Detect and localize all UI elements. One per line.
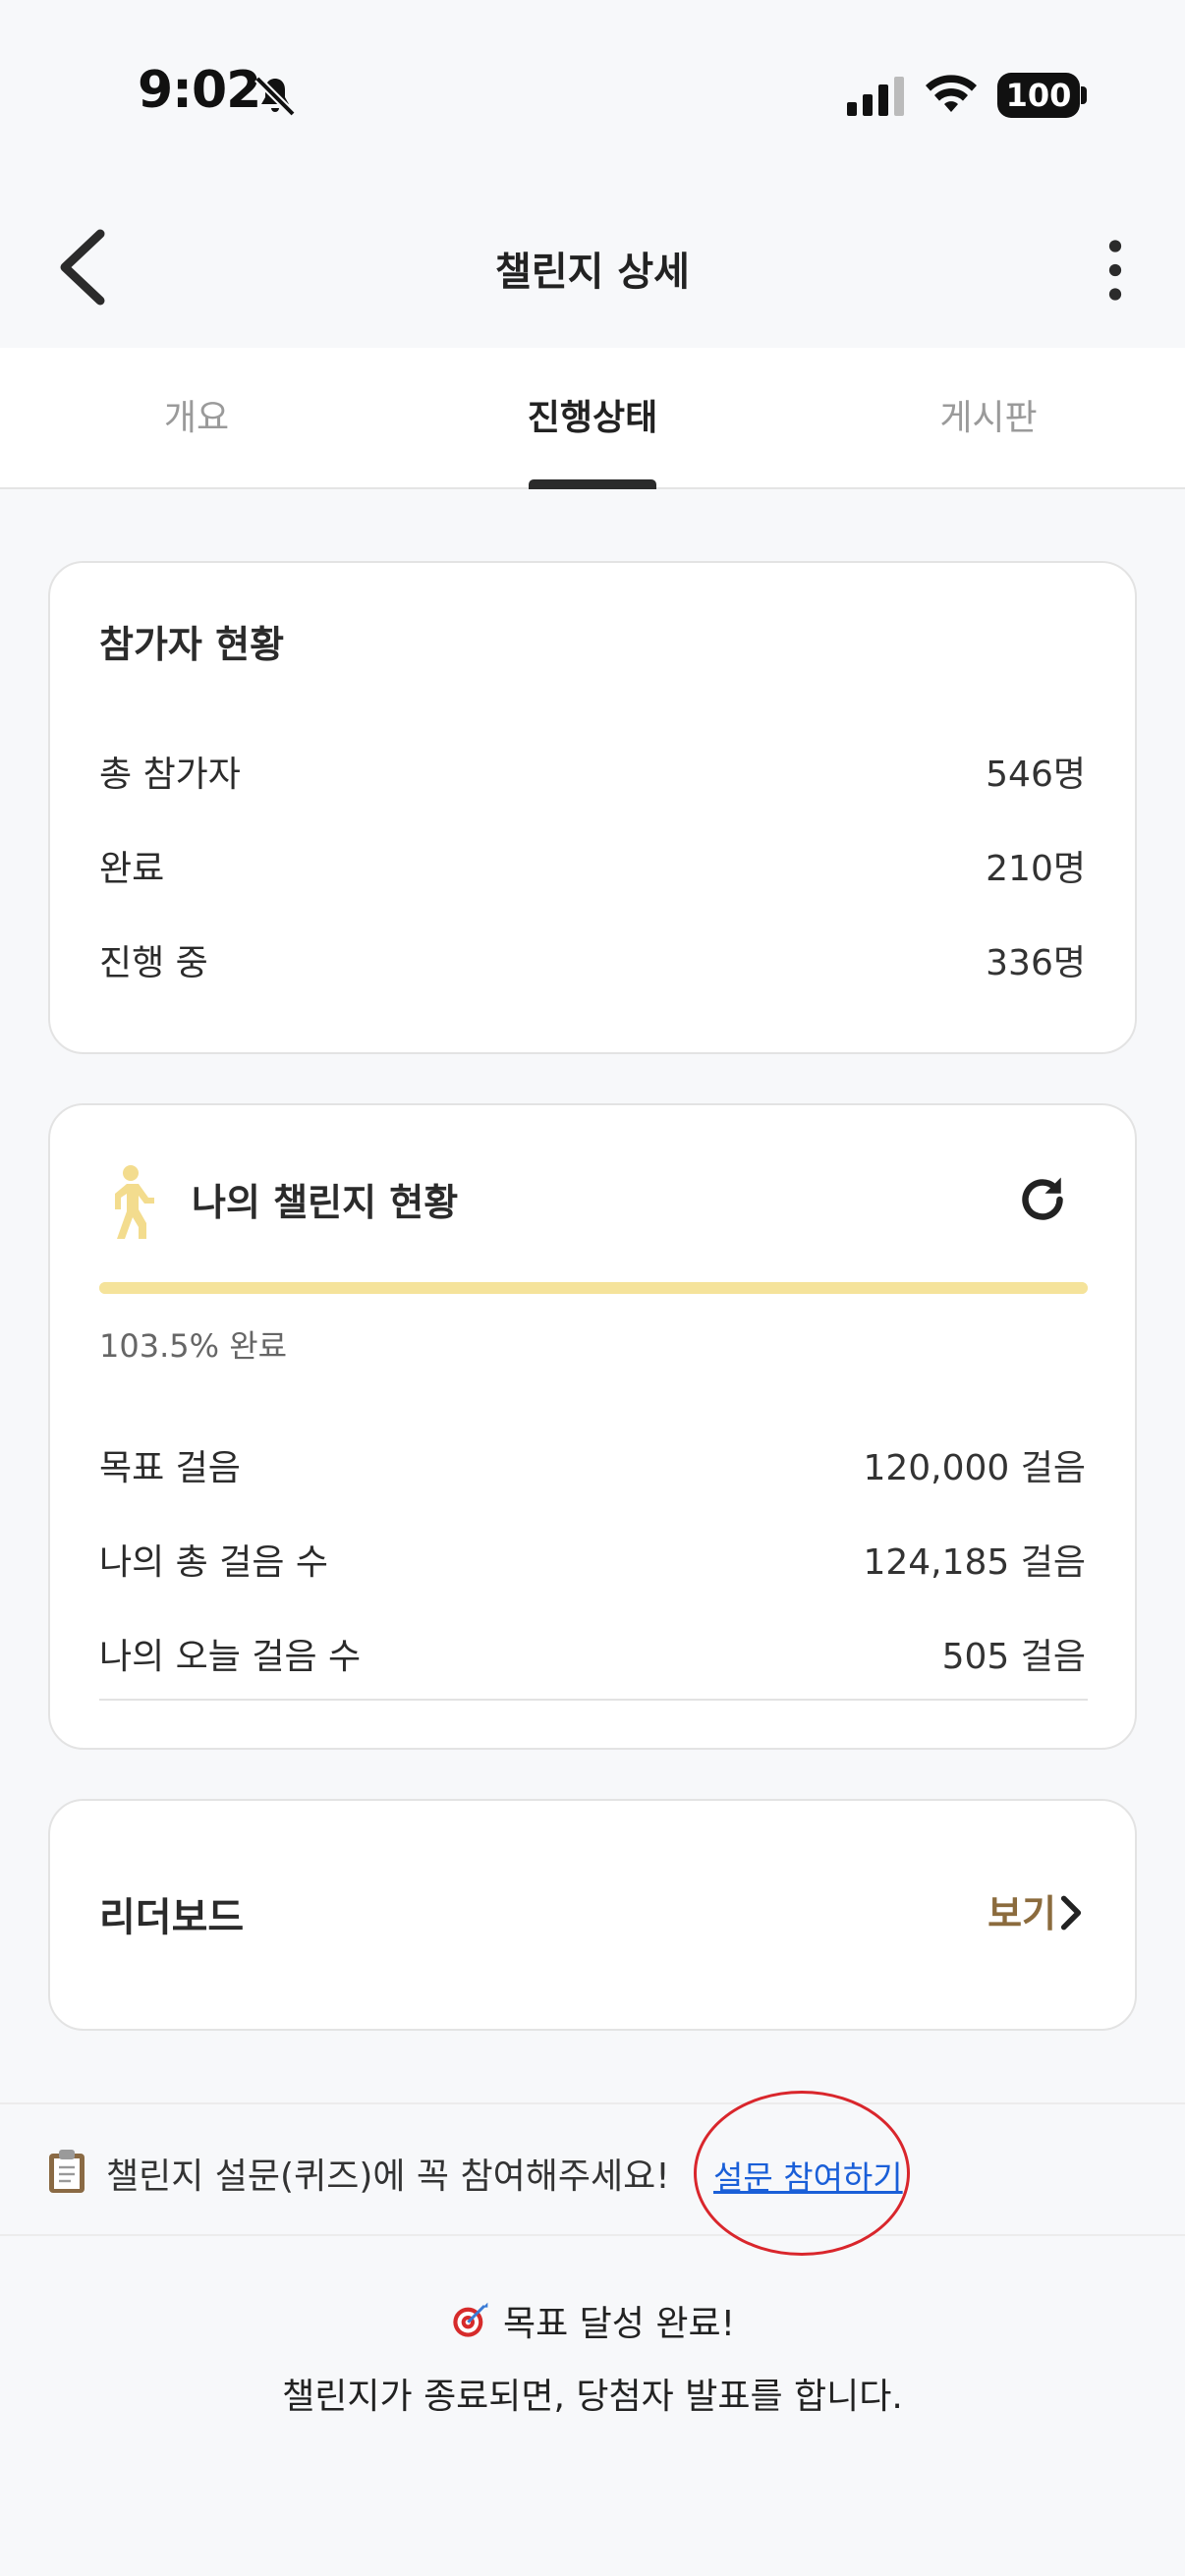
target-icon	[453, 2302, 488, 2337]
wifi-icon	[926, 75, 977, 112]
nav-header: 챌린지 상세	[0, 196, 1185, 348]
row-value: 546명	[986, 755, 1086, 795]
tab-progress[interactable]: 진행상태	[396, 389, 789, 440]
battery-tip	[1081, 86, 1087, 104]
battery-indicator: 100	[997, 73, 1080, 118]
row-value: 124,185 걸음	[863, 1542, 1086, 1583]
my-challenge-title: 나의 챌린지 현황	[192, 1181, 459, 1224]
leaderboard-label: 리더보드	[99, 1895, 245, 1940]
winner-announcement-text: 챌린지가 종료되면, 당첨자 발표를 합니다.	[282, 2377, 903, 2417]
goal-complete-text: 목표 달성 완료!	[502, 2304, 736, 2344]
progress-bar	[99, 1282, 1088, 1294]
tab-bar: 개요 진행상태 게시판	[0, 348, 1185, 489]
participants-title: 참가자 현황	[99, 623, 285, 666]
more-vertical-icon[interactable]	[1091, 236, 1140, 305]
row-value: 336명	[986, 943, 1086, 983]
leaderboard-card[interactable]: 리더보드 보기	[48, 1799, 1137, 2031]
row-label: 총 참가자	[99, 755, 241, 795]
progress-fill	[99, 1282, 1088, 1294]
my-challenge-row-total: 나의 총 걸음 수 124,185 걸음	[99, 1534, 1086, 1593]
walking-person-icon	[115, 1165, 154, 1239]
clipboard-icon	[49, 2150, 85, 2193]
active-tab-indicator	[529, 479, 656, 489]
row-value: 210명	[986, 849, 1086, 889]
leaderboard-view-button[interactable]: 보기	[988, 1883, 1056, 1937]
participants-row-in-progress: 진행 중 336명	[99, 934, 1086, 993]
participants-row-total: 총 참가자 546명	[99, 746, 1086, 805]
participants-card: 참가자 현황 총 참가자 546명 완료 210명 진행 중 336명	[48, 561, 1137, 1054]
row-value: 505 걸음	[941, 1637, 1086, 1677]
participants-row-completed: 완료 210명	[99, 840, 1086, 899]
row-label: 나의 총 걸음 수	[99, 1542, 329, 1583]
tab-board[interactable]: 게시판	[792, 389, 1185, 440]
row-label: 목표 걸음	[99, 1448, 241, 1488]
row-label: 진행 중	[99, 943, 208, 983]
section-divider	[99, 1699, 1088, 1701]
survey-banner-text: 챌린지 설문(퀴즈)에 꼭 참여해주세요!	[106, 2156, 670, 2197]
status-time: 9:02	[138, 61, 261, 120]
progress-text: 103.5% 완료	[99, 1327, 288, 1365]
tab-overview[interactable]: 개요	[0, 389, 393, 440]
goal-complete-line: 목표 달성 완료!	[0, 2295, 1185, 2346]
row-label: 완료	[99, 849, 165, 889]
my-challenge-card: 나의 챌린지 현황 103.5% 완료 목표 걸음 120,000 걸음 나의 …	[48, 1103, 1137, 1750]
status-bar: 9:02 100	[0, 0, 1185, 196]
annotation-circle	[694, 2091, 910, 2256]
my-challenge-row-goal: 목표 걸음 120,000 걸음	[99, 1439, 1086, 1498]
bell-muted-icon	[254, 76, 296, 117]
row-label: 나의 오늘 걸음 수	[99, 1637, 362, 1677]
cellular-signal-icon	[847, 77, 904, 116]
row-value: 120,000 걸음	[863, 1448, 1086, 1488]
chevron-right-icon[interactable]	[1056, 1891, 1086, 1934]
refresh-icon[interactable]	[1013, 1170, 1072, 1229]
survey-banner: 챌린지 설문(퀴즈)에 꼭 참여해주세요! 설문 참여하기	[0, 2102, 1185, 2236]
footer-message: 목표 달성 완료! 챌린지가 종료되면, 당첨자 발표를 합니다.	[0, 2295, 1185, 2419]
page-title: 챌린지 상세	[495, 250, 690, 295]
my-challenge-row-today: 나의 오늘 걸음 수 505 걸음	[99, 1628, 1086, 1687]
